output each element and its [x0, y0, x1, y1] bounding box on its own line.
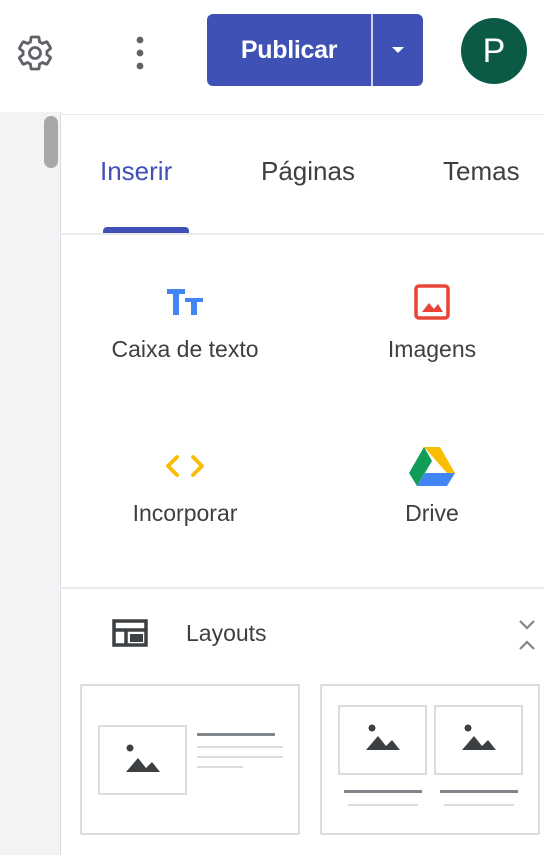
drive-tool[interactable]: Drive	[322, 440, 542, 580]
text-box-icon	[75, 276, 295, 328]
publish-button[interactable]: Publicar	[207, 14, 371, 86]
images-tool[interactable]: Imagens	[322, 276, 542, 416]
tab-temas[interactable]: Temas	[443, 156, 520, 187]
text-box-tool[interactable]: Caixa de texto	[75, 276, 295, 416]
more-vert-icon[interactable]	[120, 30, 160, 76]
layouts-section-header[interactable]: Layouts	[60, 600, 544, 666]
tab-paginas[interactable]: Páginas	[261, 156, 355, 187]
layout-preview	[98, 725, 283, 795]
image-icon	[322, 276, 542, 328]
top-bar: Publicar P	[0, 0, 544, 112]
gear-icon[interactable]	[12, 30, 58, 76]
drive-label: Drive	[405, 500, 459, 526]
embed-tool[interactable]: Incorporar	[75, 440, 295, 580]
layouts-icon	[112, 619, 148, 647]
panel-top-border	[60, 114, 544, 115]
publish-split-button: Publicar	[207, 14, 423, 86]
layout-preview	[338, 705, 523, 806]
publish-dropdown-button[interactable]	[373, 14, 423, 86]
text-box-label: Caixa de texto	[111, 336, 259, 362]
tab-inserir[interactable]: Inserir	[100, 156, 172, 187]
layout-option-two-images[interactable]	[320, 684, 540, 835]
embed-label: Incorporar	[132, 500, 238, 526]
layout-option-image-text[interactable]	[80, 684, 300, 835]
embed-code-icon	[75, 440, 295, 492]
collapse-icon[interactable]	[515, 618, 539, 652]
google-drive-icon	[322, 440, 542, 492]
images-label: Imagens	[387, 336, 477, 362]
tabs-divider	[60, 233, 544, 235]
scrollbar-thumb[interactable]	[44, 116, 58, 168]
arrow-drop-down-icon	[392, 47, 404, 53]
left-gutter	[0, 112, 60, 855]
layouts-label: Layouts	[186, 620, 267, 646]
section-divider	[60, 587, 544, 589]
avatar[interactable]: P	[461, 18, 527, 84]
